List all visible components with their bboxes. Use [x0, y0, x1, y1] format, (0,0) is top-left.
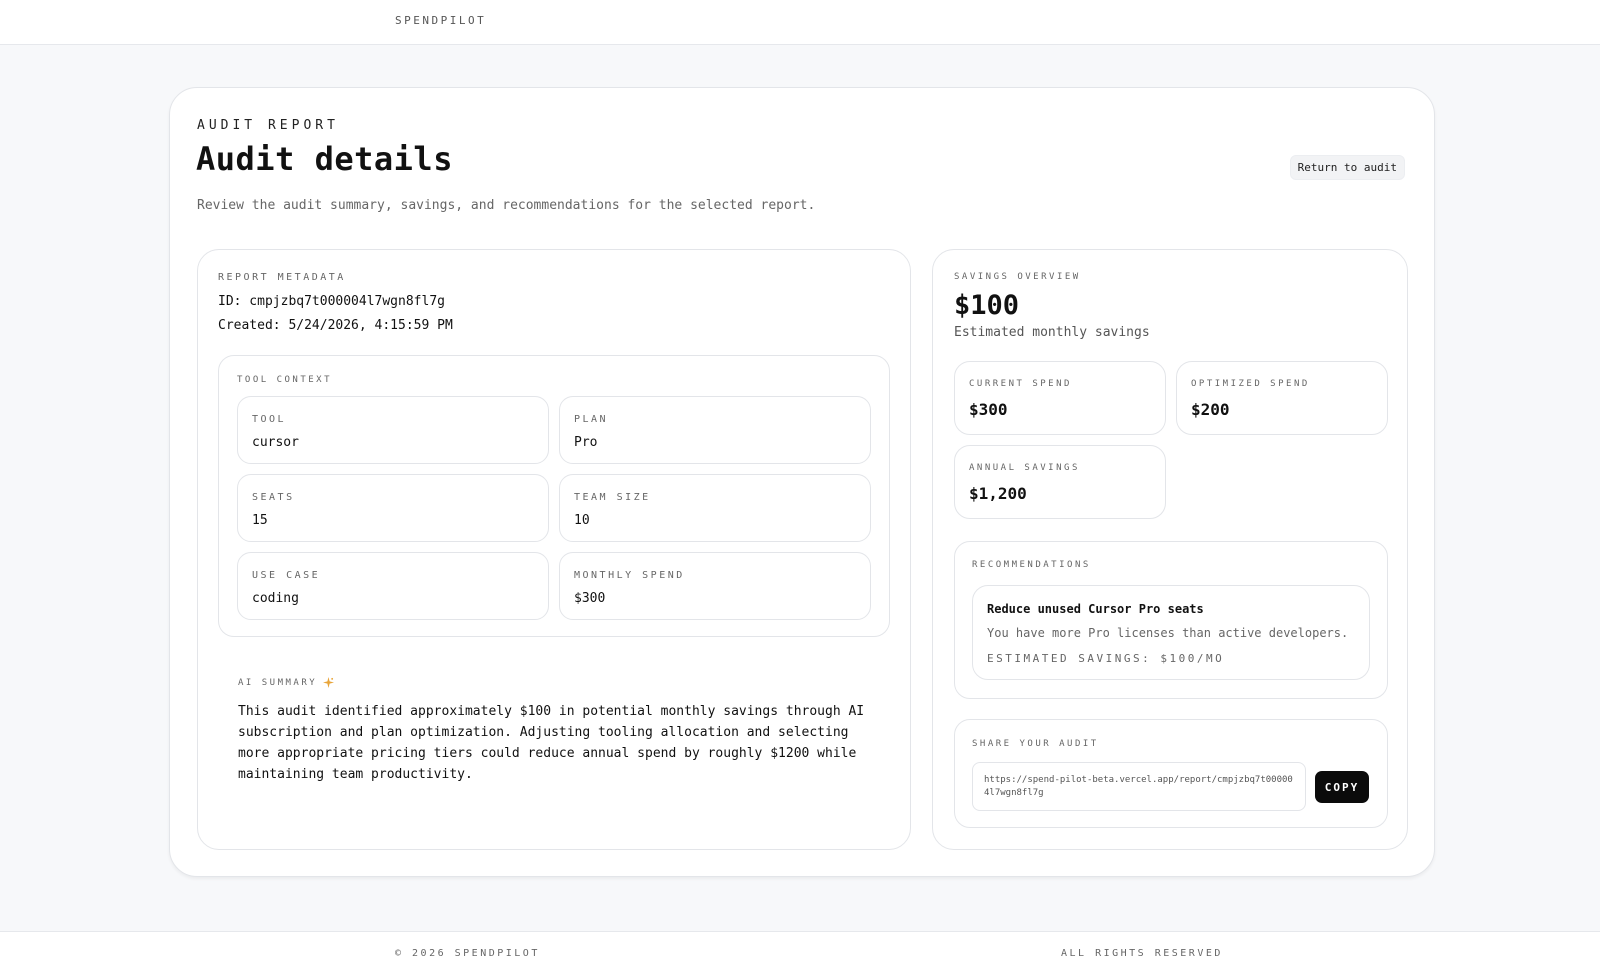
current-spend-card: CURRENT SPEND $300	[954, 361, 1166, 435]
recommendation-savings: ESTIMATED SAVINGS: $100/MO	[987, 652, 1225, 665]
optimized-spend-card: OPTIMIZED SPEND $200	[1176, 361, 1388, 435]
page-eyebrow: AUDIT REPORT	[197, 118, 339, 133]
annual-savings-card: ANNUAL SAVINGS $1,200	[954, 445, 1166, 519]
field-plan: PLAN Pro	[559, 396, 871, 464]
field-label: TEAM SIZE	[574, 492, 651, 503]
field-value: 10	[574, 513, 590, 528]
field-label: USE CASE	[252, 570, 321, 581]
field-label: TOOL	[252, 414, 287, 425]
share-url-field[interactable]: https://spend-pilot-beta.vercel.app/repo…	[972, 762, 1306, 811]
field-value: coding	[252, 591, 299, 606]
field-tool: TOOL cursor	[237, 396, 549, 464]
field-value: 15	[252, 513, 268, 528]
field-label: PLAN	[574, 414, 609, 425]
field-monthly-spend: MONTHLY SPEND $300	[559, 552, 871, 620]
recommendation-title: Reduce unused Cursor Pro seats	[987, 602, 1204, 616]
field-use-case: USE CASE coding	[237, 552, 549, 620]
copy-button[interactable]: COPY	[1315, 771, 1369, 803]
field-value: cursor	[252, 435, 299, 450]
card-value: $1,200	[969, 484, 1027, 503]
card-value: $200	[1191, 400, 1230, 419]
card-value: $300	[969, 400, 1008, 419]
report-id: ID: cmpjzbq7t000004l7wgn8fl7g	[218, 294, 445, 309]
tool-context-section: TOOL CONTEXT TOOL cursor PLAN Pro SEATS …	[218, 355, 890, 637]
field-value: $300	[574, 591, 606, 606]
recommendations-label: RECOMMENDATIONS	[972, 560, 1091, 570]
report-metadata-label: REPORT METADATA	[218, 272, 346, 283]
top-navbar: SPENDPILOT	[0, 0, 1600, 45]
recommendations-section: RECOMMENDATIONS Reduce unused Cursor Pro…	[954, 541, 1388, 699]
ai-summary-header: AI SUMMARY	[238, 677, 335, 688]
savings-overview-label: SAVINGS OVERVIEW	[954, 272, 1081, 282]
savings-panel: SAVINGS OVERVIEW $100 Estimated monthly …	[932, 249, 1408, 850]
page-subtitle: Review the audit summary, savings, and r…	[197, 198, 816, 213]
field-label: SEATS	[252, 492, 295, 503]
tool-context-label: TOOL CONTEXT	[237, 375, 333, 385]
card-label: ANNUAL SAVINGS	[969, 463, 1080, 473]
sparkle-icon	[323, 677, 335, 688]
card-label: CURRENT SPEND	[969, 379, 1072, 389]
footer-rights: ALL RIGHTS RESERVED	[1061, 948, 1223, 959]
recommendation-description: You have more Pro licenses than active d…	[987, 626, 1349, 640]
footer: © 2026 SPENDPILOT ALL RIGHTS RESERVED	[0, 931, 1600, 970]
share-audit-label: SHARE YOUR AUDIT	[972, 739, 1099, 749]
ai-summary-label: AI SUMMARY	[238, 677, 318, 688]
report-details-panel: REPORT METADATA ID: cmpjzbq7t000004l7wgn…	[197, 249, 911, 850]
return-to-audit-button[interactable]: Return to audit	[1289, 155, 1405, 180]
brand-logo[interactable]: SPENDPILOT	[395, 14, 486, 27]
recommendation-item: Reduce unused Cursor Pro seats You have …	[972, 585, 1370, 680]
monthly-savings-amount: $100	[954, 290, 1020, 321]
field-value: Pro	[574, 435, 598, 450]
share-audit-section: SHARE YOUR AUDIT https://spend-pilot-bet…	[954, 719, 1388, 828]
card-label: OPTIMIZED SPEND	[1191, 379, 1310, 389]
field-seats: SEATS 15	[237, 474, 549, 542]
footer-copyright: © 2026 SPENDPILOT	[395, 948, 540, 959]
ai-summary-text: This audit identified approximately $100…	[238, 704, 865, 782]
field-label: MONTHLY SPEND	[574, 570, 685, 581]
monthly-savings-caption: Estimated monthly savings	[954, 325, 1150, 340]
page-title: Audit details	[196, 140, 453, 178]
report-created-date: Created: 5/24/2026, 4:15:59 PM	[218, 318, 453, 333]
audit-report-card: AUDIT REPORT Audit details Review the au…	[169, 87, 1435, 877]
field-team-size: TEAM SIZE 10	[559, 474, 871, 542]
